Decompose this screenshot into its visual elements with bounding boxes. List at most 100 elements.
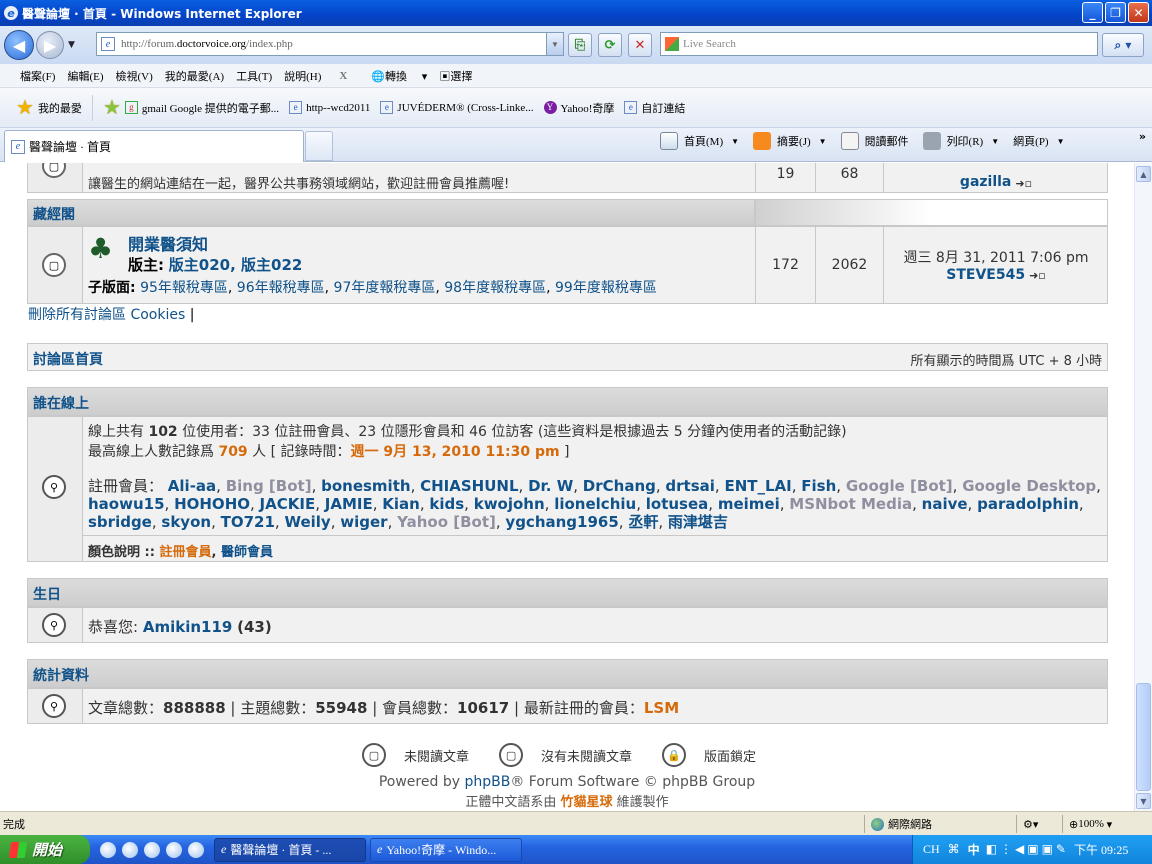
last-post-user[interactable]: STEVE545 (946, 267, 1025, 283)
online-member-link[interactable]: Kian (382, 495, 420, 513)
address-url[interactable]: http://forum.doctorvoice.org/index.php (121, 38, 293, 50)
online-member-link[interactable]: JACKIE (260, 495, 316, 513)
translate-button[interactable]: 🌐轉換 ▾ (371, 68, 427, 84)
birthday-user[interactable]: Amikin119 (143, 618, 233, 636)
home-button[interactable]: 首頁(M) ▼ (660, 132, 739, 150)
fav-item-juvederm[interactable]: e JUVÉDERM® (Cross-Linke... (380, 101, 534, 114)
online-member-link[interactable]: meimei (718, 495, 780, 513)
tray-icons[interactable]: ◧ ⋮ ◀ ▣ ▣ ✎ (986, 842, 1066, 857)
menu-help[interactable]: 說明(H) (284, 68, 321, 84)
online-bot-link[interactable]: Bing [Bot] (226, 477, 312, 495)
subforum-link[interactable]: 97年度報稅專區 (334, 280, 436, 296)
online-member-link[interactable]: lionelchiu (554, 495, 636, 513)
online-member-link[interactable]: 丞軒 (628, 513, 658, 531)
online-bot-link[interactable]: Google [Bot] (846, 477, 953, 495)
quicklaunch-icon[interactable] (122, 841, 138, 858)
quicklaunch-icon[interactable] (100, 841, 116, 858)
input-language[interactable]: CH (923, 842, 940, 857)
address-bar[interactable]: e http://forum.doctorvoice.org/index.php… (96, 32, 564, 56)
search-placeholder[interactable]: Live Search (683, 38, 736, 50)
online-bot-link[interactable]: MSNbot Media (789, 495, 912, 513)
subforum-link[interactable]: 95年報稅專區 (140, 280, 228, 296)
subforum-link[interactable]: 99年度報稅專區 (555, 280, 657, 296)
quicklaunch-icon[interactable] (188, 841, 204, 858)
last-post-user[interactable]: gazilla (960, 174, 1011, 190)
online-member-link[interactable]: Dr. W (528, 477, 573, 495)
online-member-link[interactable]: paradolphin (977, 495, 1079, 513)
read-mail-button[interactable]: 閱讀郵件 (840, 132, 909, 150)
menu-file[interactable]: 檔案(F) (20, 68, 55, 84)
quicklaunch-icon[interactable] (166, 841, 182, 858)
online-member-link[interactable]: 雨津堪吉 (668, 513, 728, 531)
forward-button[interactable]: ▶ (36, 31, 64, 59)
online-member-link[interactable]: kwojohn (474, 495, 545, 513)
scroll-up-icon[interactable]: ▲ (1136, 166, 1151, 182)
translator-link[interactable]: 竹貓星球 (560, 795, 612, 810)
online-member-link[interactable]: Weily (284, 513, 330, 531)
phpbb-link[interactable]: phpBB (464, 774, 510, 790)
favorites-label[interactable]: 我的最愛 (38, 100, 82, 116)
online-bot-link[interactable]: Google Desktop (962, 477, 1096, 495)
menu-view[interactable]: 檢視(V) (116, 68, 153, 84)
online-member-link[interactable]: sbridge (88, 513, 152, 531)
online-member-link[interactable]: Ali-aa (168, 477, 216, 495)
tab-label[interactable]: 醫聲論壇 · 首頁 (29, 138, 111, 155)
online-member-link[interactable]: CHIASHUNL (420, 477, 518, 495)
close-button[interactable]: ✕ (1128, 2, 1149, 23)
online-member-link[interactable]: skyon (161, 513, 211, 531)
protected-mode-icon[interactable]: ⚙▾ (1016, 815, 1060, 833)
fav-item-custom-links[interactable]: e 自訂連結 (624, 100, 685, 116)
address-dropdown-icon[interactable]: ▼ (546, 33, 563, 55)
delete-cookies-link[interactable]: 刪除所有討論區 Cookies (28, 307, 185, 323)
stop-icon[interactable]: ✕ (628, 33, 652, 57)
online-member-link[interactable]: haowu15 (88, 495, 165, 513)
compat-view-icon[interactable]: ⎘ (568, 33, 592, 57)
vertical-scrollbar[interactable]: ▲ ▼ (1134, 163, 1152, 811)
taskbar-window-yahoo[interactable]: e Yahoo!奇摩 - Windo... (370, 837, 522, 862)
history-dropdown-icon[interactable]: ▼ (68, 40, 75, 50)
online-member-link[interactable]: DrChang (583, 477, 656, 495)
favorites-star-icon[interactable]: ★ (16, 95, 34, 120)
forum-index-link[interactable]: 討論區首頁 (33, 349, 103, 369)
restore-button[interactable]: ❐ (1105, 2, 1126, 23)
menu-tools[interactable]: 工具(T) (236, 68, 272, 84)
scroll-down-icon[interactable]: ▼ (1136, 793, 1151, 809)
search-box[interactable]: Live Search (660, 32, 1098, 56)
category-header[interactable]: 藏經閣 (27, 199, 755, 226)
toolbar-close-icon[interactable]: X (339, 70, 347, 82)
new-tab-button[interactable] (305, 131, 333, 161)
search-go-button[interactable]: ⌕ ▾ (1102, 33, 1144, 57)
newest-member[interactable]: LSM (644, 699, 679, 717)
online-member-link[interactable]: Fish (801, 477, 836, 495)
online-member-link[interactable]: bonesmith (321, 477, 410, 495)
fav-item-gmail[interactable]: g gmail Google 提供的電子郵... (124, 100, 279, 116)
zone-panel[interactable]: 網際網路 (864, 815, 1014, 833)
minimize-button[interactable]: _ (1082, 2, 1103, 23)
back-button[interactable]: ◀ (4, 30, 34, 60)
print-button[interactable]: 列印(R) ▼ (922, 132, 999, 150)
add-favorite-icon[interactable]: ★ (103, 95, 121, 120)
fav-item-wcd2011[interactable]: e http--wcd2011 (289, 101, 370, 114)
online-member-link[interactable]: kids (429, 495, 464, 513)
zoom-control[interactable]: ⊕ 100% ▾ (1062, 815, 1150, 833)
forum-title[interactable]: 開業醫須知 (128, 231, 208, 255)
scroll-thumb[interactable] (1136, 683, 1151, 791)
goto-post-icon[interactable]: ➜▫ (1015, 177, 1032, 190)
online-member-link[interactable]: ygchang1965 (505, 513, 618, 531)
menu-edit[interactable]: 編輯(E) (67, 68, 103, 84)
fav-item-yahoo[interactable]: Y Yahoo!奇摩 (543, 100, 614, 116)
page-menu-button[interactable]: 網頁(P) ▼ (1013, 133, 1064, 149)
goto-post-icon[interactable]: ➜▫ (1029, 269, 1046, 282)
online-member-link[interactable]: lotusea (646, 495, 709, 513)
feeds-button[interactable]: 摘要(J) ▼ (753, 132, 827, 150)
subforum-link[interactable]: 96年報稅專區 (237, 280, 325, 296)
menu-favorites[interactable]: 我的最愛(A) (165, 68, 224, 84)
tab-active[interactable]: e 醫聲論壇 · 首頁 (4, 130, 304, 162)
moderator-links[interactable]: 版主020, 版主022 (169, 256, 303, 274)
online-bot-link[interactable]: Yahoo [Bot] (397, 513, 496, 531)
taskbar-window-forum[interactable]: e 醫聲論壇 · 首頁 - ... (214, 837, 366, 862)
quicklaunch-icon[interactable] (144, 841, 160, 858)
toolbar-overflow-button[interactable]: » (1139, 130, 1146, 143)
select-button[interactable]: ▣選擇 (439, 68, 484, 84)
ime-icon[interactable]: ⌘ (948, 842, 960, 857)
